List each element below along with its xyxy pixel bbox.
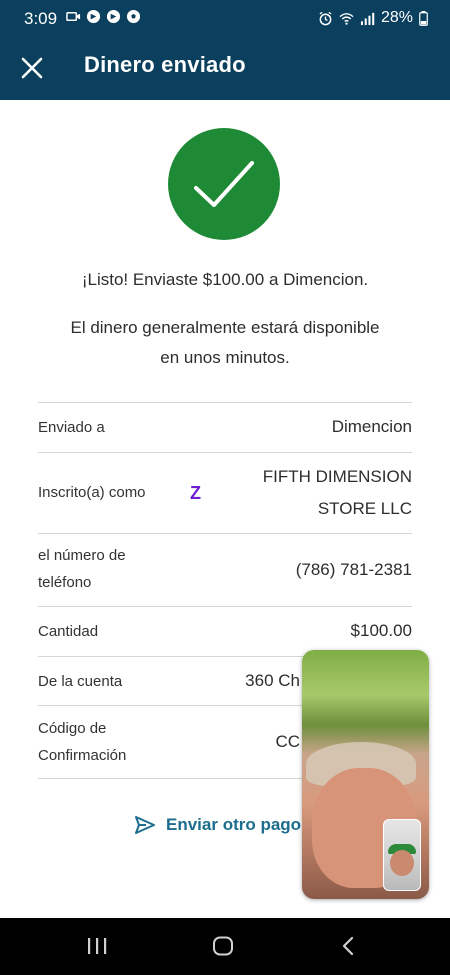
video-call-icon: [66, 12, 81, 21]
check-icon: [194, 161, 254, 207]
detail-value-line1: FIFTH DIMENSION: [262, 467, 412, 486]
availability-note-line1: El dinero generalmente estará disponible: [70, 318, 380, 337]
availability-note: El dinero generalmente estará disponible…: [40, 313, 410, 373]
detail-label: Enviado a: [38, 419, 105, 436]
status-time: 3:09: [24, 9, 58, 28]
detail-label-line1: el número de: [38, 547, 126, 564]
detail-label-line2: teléfono: [38, 574, 92, 591]
detail-value: Dimencion: [331, 417, 412, 436]
close-button[interactable]: [14, 50, 50, 86]
status-bar: 3:09 28%: [0, 0, 450, 36]
send-another-payment-label: Enviar otro pago: [166, 815, 302, 834]
detail-label: el número de teléfono: [38, 542, 126, 596]
detail-label: Código de Confirmación: [38, 715, 126, 769]
success-message: ¡Listo! Enviaste $100.00 a Dimencion.: [81, 270, 369, 289]
detail-label-line1: Código de: [38, 720, 107, 737]
self-view-face: [390, 850, 414, 876]
home-icon[interactable]: [212, 936, 234, 956]
detail-label: Cantidad: [38, 623, 99, 640]
detail-row-phone: el número de teléfono (786) 781-2381: [38, 534, 412, 607]
video-call-overlay[interactable]: [302, 650, 429, 899]
battery-icon: [419, 10, 428, 26]
detail-label: De la cuenta: [38, 673, 123, 690]
app-header: Dinero enviado: [0, 36, 450, 100]
battery-text: 28%: [380, 9, 413, 26]
detail-row-recipient: Enviado a Dimencion: [38, 403, 412, 453]
status-left-icons: [66, 9, 141, 24]
status-right-icons: 28%: [318, 9, 428, 27]
soccer-icon: [126, 9, 141, 24]
detail-label: Inscrito(a) como: [38, 484, 146, 501]
detail-value-line2: STORE LLC: [317, 499, 412, 518]
success-badge: [168, 128, 280, 240]
detail-label-line2: Confirmación: [38, 747, 127, 764]
self-view-thumbnail[interactable]: [383, 819, 421, 891]
app-icon: [106, 9, 121, 24]
detail-value: FIFTH DIMENSION STORE LLC: [263, 461, 412, 525]
detail-row-enrolled-as: Inscrito(a) como Z FIFTH DIMENSION STORE…: [38, 453, 412, 534]
recent-apps-icon[interactable]: [86, 936, 108, 956]
wifi-icon: [339, 12, 354, 25]
detail-value: CC: [275, 732, 300, 751]
detail-value: (786) 781-2381: [295, 560, 412, 579]
zelle-icon: Z: [190, 483, 201, 503]
alarm-icon: [319, 11, 332, 25]
availability-note-line2: en unos minutos.: [160, 348, 290, 367]
signal-icon: [360, 12, 375, 25]
detail-value: $100.00: [350, 621, 412, 640]
send-icon: [135, 816, 155, 834]
send-another-payment-link[interactable]: Enviar otro pago: [134, 815, 301, 835]
page-title: Dinero enviado: [84, 52, 246, 77]
close-icon: [21, 57, 43, 79]
back-icon[interactable]: [340, 936, 356, 956]
app-icon: [86, 9, 101, 24]
detail-value: 360 Ch: [245, 671, 300, 690]
system-navigation-bar: [0, 918, 450, 975]
